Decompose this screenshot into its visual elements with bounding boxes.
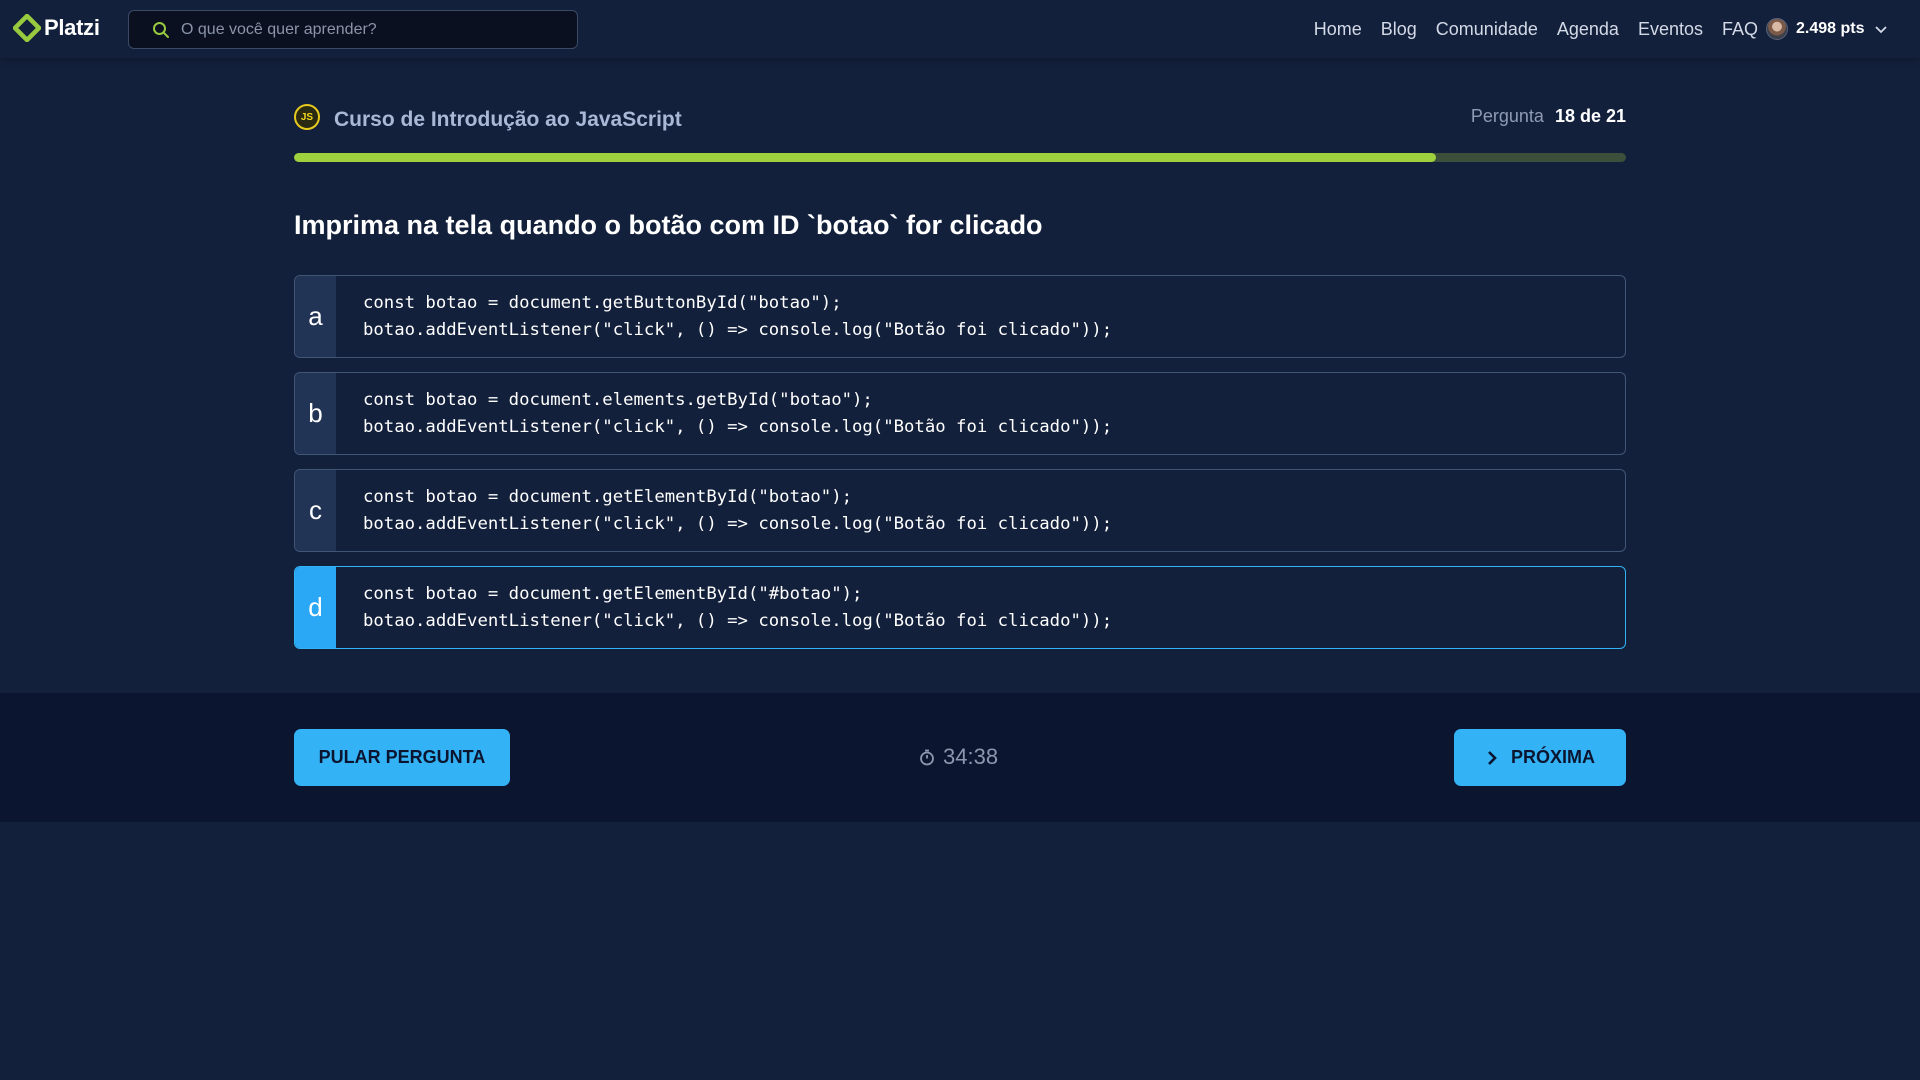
option-b[interactable]: b const botao = document.elements.getByI… — [294, 372, 1626, 455]
option-d[interactable]: d const botao = document.getElementById(… — [294, 566, 1626, 649]
code-line: botao.addEventListener("click", () => co… — [363, 417, 1113, 437]
brand-name: Platzi — [44, 15, 100, 40]
skip-question-button[interactable]: PULAR PERGUNTA — [294, 729, 510, 786]
option-code: const botao = document.elements.getById(… — [363, 387, 1112, 441]
quiz-progress-bar — [294, 153, 1626, 162]
nav-home[interactable]: Home — [1314, 19, 1362, 40]
question-counter: Pergunta 18 de 21 — [1471, 106, 1626, 127]
option-letter: d — [295, 567, 336, 648]
code-line: botao.addEventListener("click", () => co… — [363, 514, 1113, 534]
quiz-footer: PULAR PERGUNTA 34:38 PRÓXIMA — [0, 693, 1920, 822]
code-line: const botao = document.getElementById("#… — [363, 584, 863, 604]
code-line: const botao = document.elements.getById(… — [363, 390, 873, 410]
main-nav: Home Blog Comunidade Agenda Eventos FAQ — [1314, 0, 1758, 58]
platzi-logo[interactable]: Platzi — [13, 14, 100, 42]
quiz-progress-fill — [294, 153, 1436, 162]
chevron-down-icon[interactable] — [1874, 22, 1888, 36]
course-title: Curso de Introdução ao JavaScript — [334, 108, 682, 131]
answer-options: a const botao = document.getButtonById("… — [294, 275, 1626, 663]
next-question-label: PRÓXIMA — [1510, 747, 1595, 767]
user-points: 2.498 pts — [1796, 20, 1865, 37]
nav-comunidade[interactable]: Comunidade — [1436, 19, 1538, 40]
nav-faq[interactable]: FAQ — [1722, 19, 1758, 40]
question-counter-label: Pergunta — [1470, 106, 1544, 126]
option-code: const botao = document.getButtonById("bo… — [363, 290, 1112, 344]
option-code: const botao = document.getElementById("#… — [363, 581, 1112, 635]
stopwatch-icon — [920, 749, 934, 766]
user-menu[interactable]: 2.498 pts — [1766, 16, 1888, 42]
next-question-button[interactable]: PRÓXIMA — [1454, 729, 1626, 786]
timer-value: 34:38 — [943, 744, 999, 769]
platzi-logo-icon — [13, 14, 41, 42]
quiz-timer: 34:38 — [918, 742, 998, 772]
nav-agenda[interactable]: Agenda — [1557, 19, 1619, 40]
nav-eventos[interactable]: Eventos — [1638, 19, 1703, 40]
top-navbar: Platzi Home Blog Comunidade Agenda Event… — [0, 0, 1920, 58]
javascript-badge-icon: JS — [294, 104, 320, 130]
option-a[interactable]: a const botao = document.getButtonById("… — [294, 275, 1626, 358]
question-counter-value: 18 de 21 — [1554, 106, 1626, 126]
option-code: const botao = document.getElementById("b… — [363, 484, 1112, 538]
search-icon — [153, 21, 169, 38]
option-letter: b — [295, 373, 336, 454]
option-letter: c — [295, 470, 336, 551]
code-line: botao.addEventListener("click", () => co… — [363, 320, 1113, 340]
option-c[interactable]: c const botao = document.getElementById(… — [294, 469, 1626, 552]
nav-blog[interactable]: Blog — [1381, 19, 1417, 40]
search-input[interactable] — [181, 11, 577, 48]
code-line: const botao = document.getElementById("b… — [363, 487, 852, 507]
code-line: botao.addEventListener("click", () => co… — [363, 611, 1113, 631]
question-text: Imprima na tela quando o botão com ID `b… — [294, 210, 1043, 240]
course-header: JS Curso de Introdução ao JavaScript Per… — [294, 104, 1626, 136]
search-box[interactable] — [128, 10, 578, 49]
avatar[interactable] — [1766, 18, 1788, 40]
code-line: const botao = document.getButtonById("bo… — [363, 293, 842, 313]
chevron-right-icon — [1488, 750, 1497, 765]
option-letter: a — [295, 276, 336, 357]
